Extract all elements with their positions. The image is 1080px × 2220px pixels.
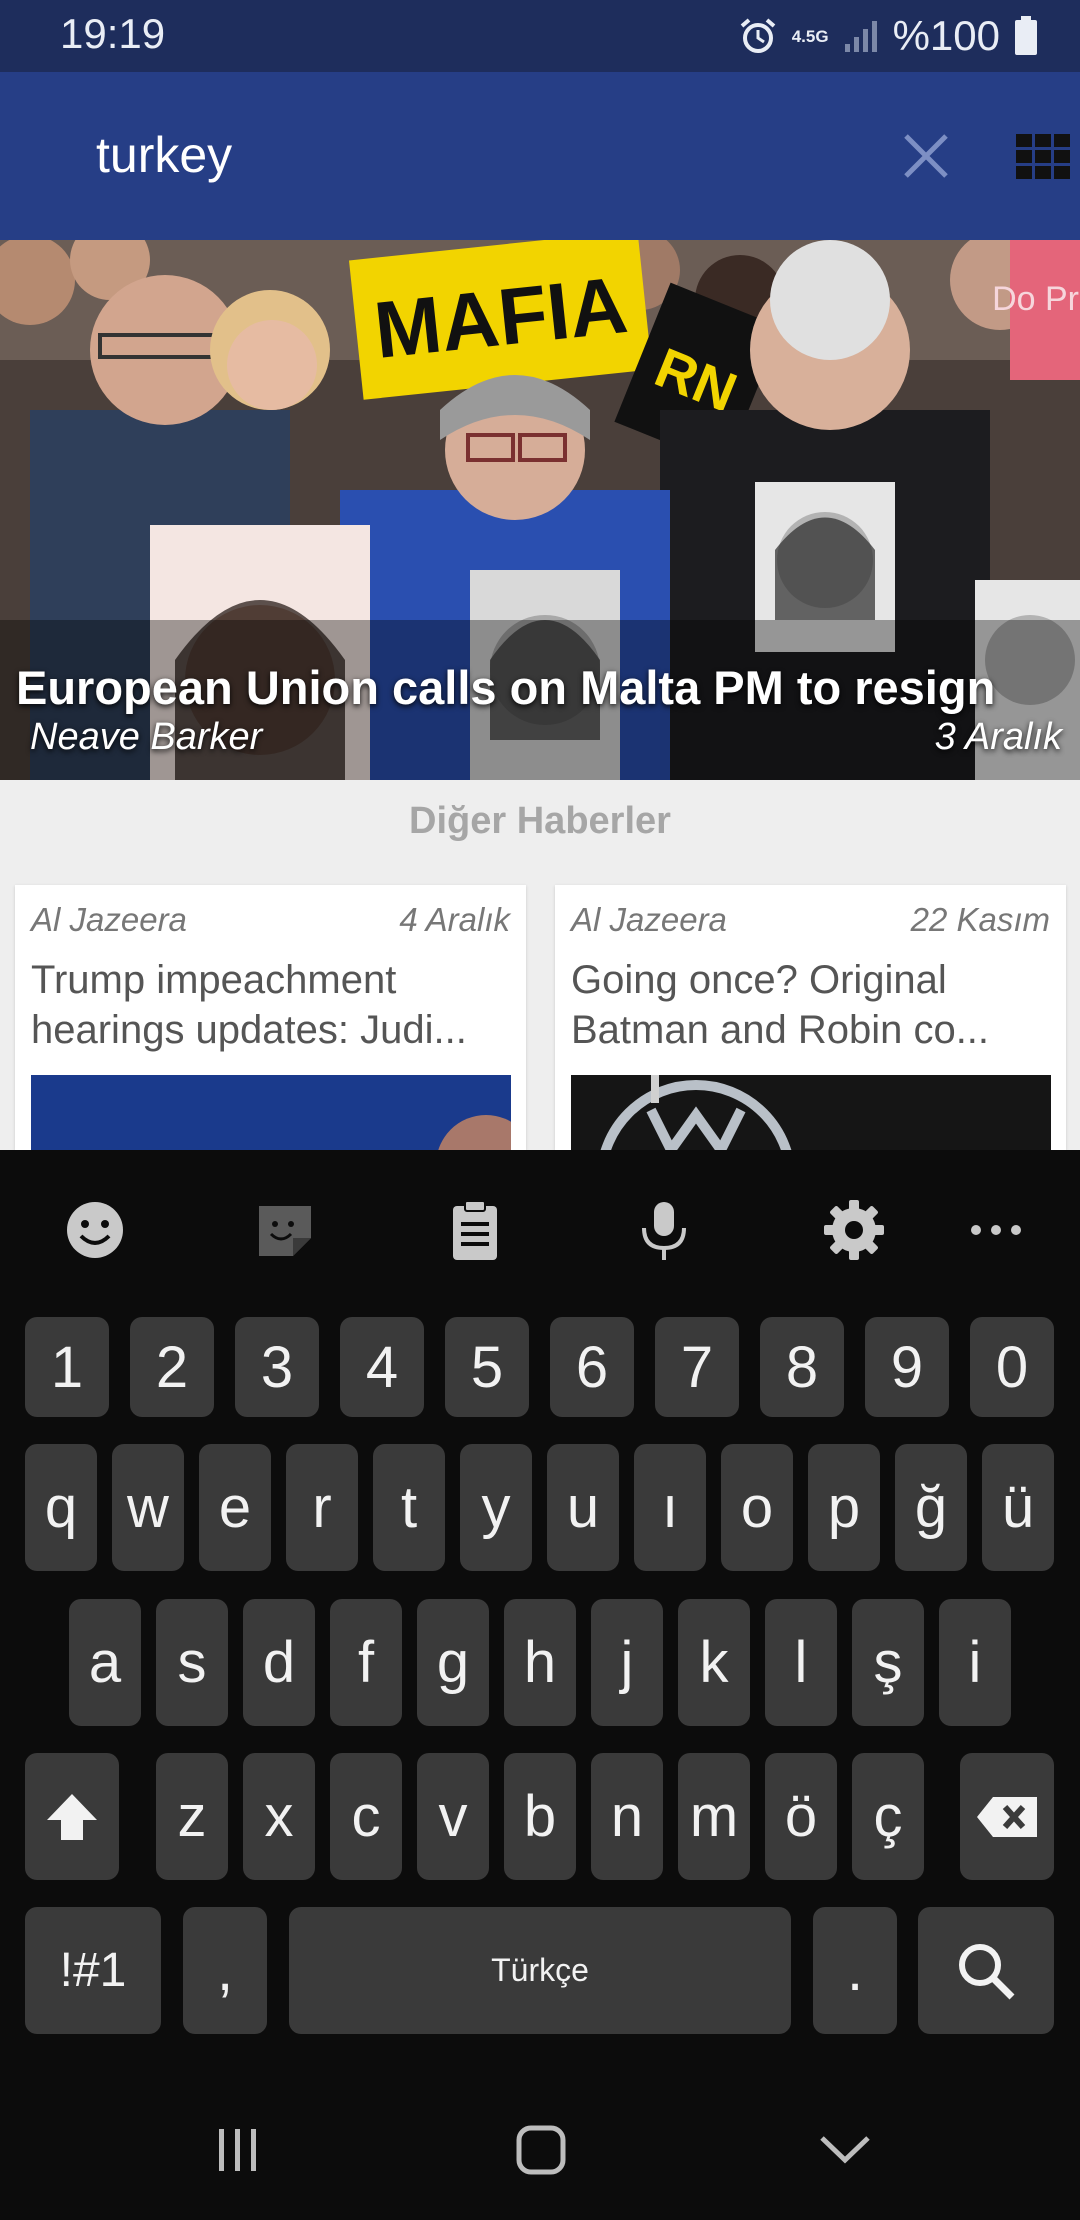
key-z[interactable]: z [156,1753,228,1880]
network-type: 4.5G [791,26,829,46]
section-title: Diğer Haberler [409,800,671,842]
key-a[interactable]: a [69,1599,141,1726]
key-m[interactable]: m [678,1753,750,1880]
key-h[interactable]: h [504,1599,576,1726]
key-6[interactable]: 6 [550,1317,634,1417]
key-4[interactable]: 4 [340,1317,424,1417]
key-p[interactable]: p [808,1444,880,1571]
hero-author: Neave Barker [30,716,263,758]
back-icon[interactable] [818,2130,872,2170]
key-k[interactable]: k [678,1599,750,1726]
key-2[interactable]: 2 [130,1317,214,1417]
key-n[interactable]: n [591,1753,663,1880]
key-t[interactable]: t [373,1444,445,1571]
key-7[interactable]: 7 [655,1317,739,1417]
signal-icon [844,21,877,52]
microphone-icon[interactable] [632,1198,696,1262]
key-s[interactable]: s [156,1599,228,1726]
clipboard-icon[interactable] [443,1198,507,1262]
key-g-breve[interactable]: ğ [895,1444,967,1571]
card-source: Al Jazeera [571,901,727,938]
card-title[interactable]: Trump impeachment hearings updates: Judi… [31,955,511,1055]
hero-story[interactable]: MAFIA RN Do Pro European Uni [0,240,1080,780]
backspace-icon [977,1796,1037,1837]
key-o[interactable]: o [721,1444,793,1571]
key-9[interactable]: 9 [865,1317,949,1417]
key-l[interactable]: l [765,1599,837,1726]
navigation-bar [0,2100,1080,2220]
card-source: Al Jazeera [31,901,187,938]
emoji-icon[interactable] [63,1198,127,1262]
key-d[interactable]: d [243,1599,315,1726]
battery-percent: %100 [892,12,1000,59]
key-o-umlaut[interactable]: ö [765,1753,837,1880]
key-b[interactable]: b [504,1753,576,1880]
other-news-section: Diğer Haberler Al Jazeera 4 Aralık Trump… [0,780,1080,1150]
shift-key[interactable] [25,1753,119,1880]
key-q[interactable]: q [25,1444,97,1571]
key-g[interactable]: g [417,1599,489,1726]
search-icon [959,1943,1015,1999]
news-card[interactable]: Al Jazeera 4 Aralık Trump impeachment he… [15,885,526,1150]
key-f[interactable]: f [330,1599,402,1726]
recents-icon[interactable] [213,2125,263,2175]
key-c-cedilla[interactable]: ç [852,1753,924,1880]
key-1[interactable]: 1 [25,1317,109,1417]
card-date: 4 Aralık [399,901,510,938]
sign-right: Do Pro [992,280,1080,318]
key-y[interactable]: y [460,1444,532,1571]
settings-icon[interactable] [822,1198,886,1262]
space-key[interactable]: Türkçe [289,1907,791,2034]
search-app-bar: turkey [0,72,1080,240]
key-5[interactable]: 5 [445,1317,529,1417]
more-icon[interactable] [964,1198,1028,1262]
key-i[interactable]: i [939,1599,1011,1726]
comma-key[interactable]: , [183,1907,267,2034]
key-8[interactable]: 8 [760,1317,844,1417]
search-input[interactable]: turkey [96,126,232,184]
alarm-icon [740,18,776,53]
home-icon[interactable] [513,2122,569,2178]
shift-icon [47,1793,97,1840]
hero-date: 3 Aralık [934,716,1062,758]
key-v[interactable]: v [417,1753,489,1880]
key-j[interactable]: j [591,1599,663,1726]
key-w[interactable]: w [112,1444,184,1571]
period-key[interactable]: . [813,1907,897,2034]
sticker-icon[interactable] [253,1198,317,1262]
backspace-key[interactable] [960,1753,1054,1880]
key-s-cedilla[interactable]: ş [852,1599,924,1726]
key-3[interactable]: 3 [235,1317,319,1417]
key-u-umlaut[interactable]: ü [982,1444,1054,1571]
card-title[interactable]: Going once? Original Batman and Robin co… [571,955,1051,1055]
card-date: 22 Kasım [910,901,1050,938]
key-c[interactable]: c [330,1753,402,1880]
keyboard: 1 2 3 4 5 6 7 8 9 0 q w e r t y u ı o p … [0,1150,1080,2220]
key-u[interactable]: u [547,1444,619,1571]
key-x[interactable]: x [243,1753,315,1880]
close-icon[interactable] [890,120,962,192]
key-r[interactable]: r [286,1444,358,1571]
status-time: 19:19 [60,10,166,57]
key-dotless-i[interactable]: ı [634,1444,706,1571]
search-key[interactable] [918,1907,1054,2034]
card-thumbnail [31,1075,511,1150]
news-card[interactable]: Al Jazeera 22 Kasım Going once? Original… [555,885,1066,1150]
battery-icon [1015,16,1037,55]
key-e[interactable]: e [199,1444,271,1571]
key-0[interactable]: 0 [970,1317,1054,1417]
symbols-key[interactable]: !#1 [25,1907,161,2034]
grid-view-icon[interactable] [1016,134,1072,180]
hero-title[interactable]: European Union calls on Malta PM to resi… [16,660,995,715]
card-thumbnail [571,1075,1051,1150]
status-bar: 19:19 4.5G %100 [0,0,1080,72]
status-icons: 4.5G %100 [738,12,1038,60]
